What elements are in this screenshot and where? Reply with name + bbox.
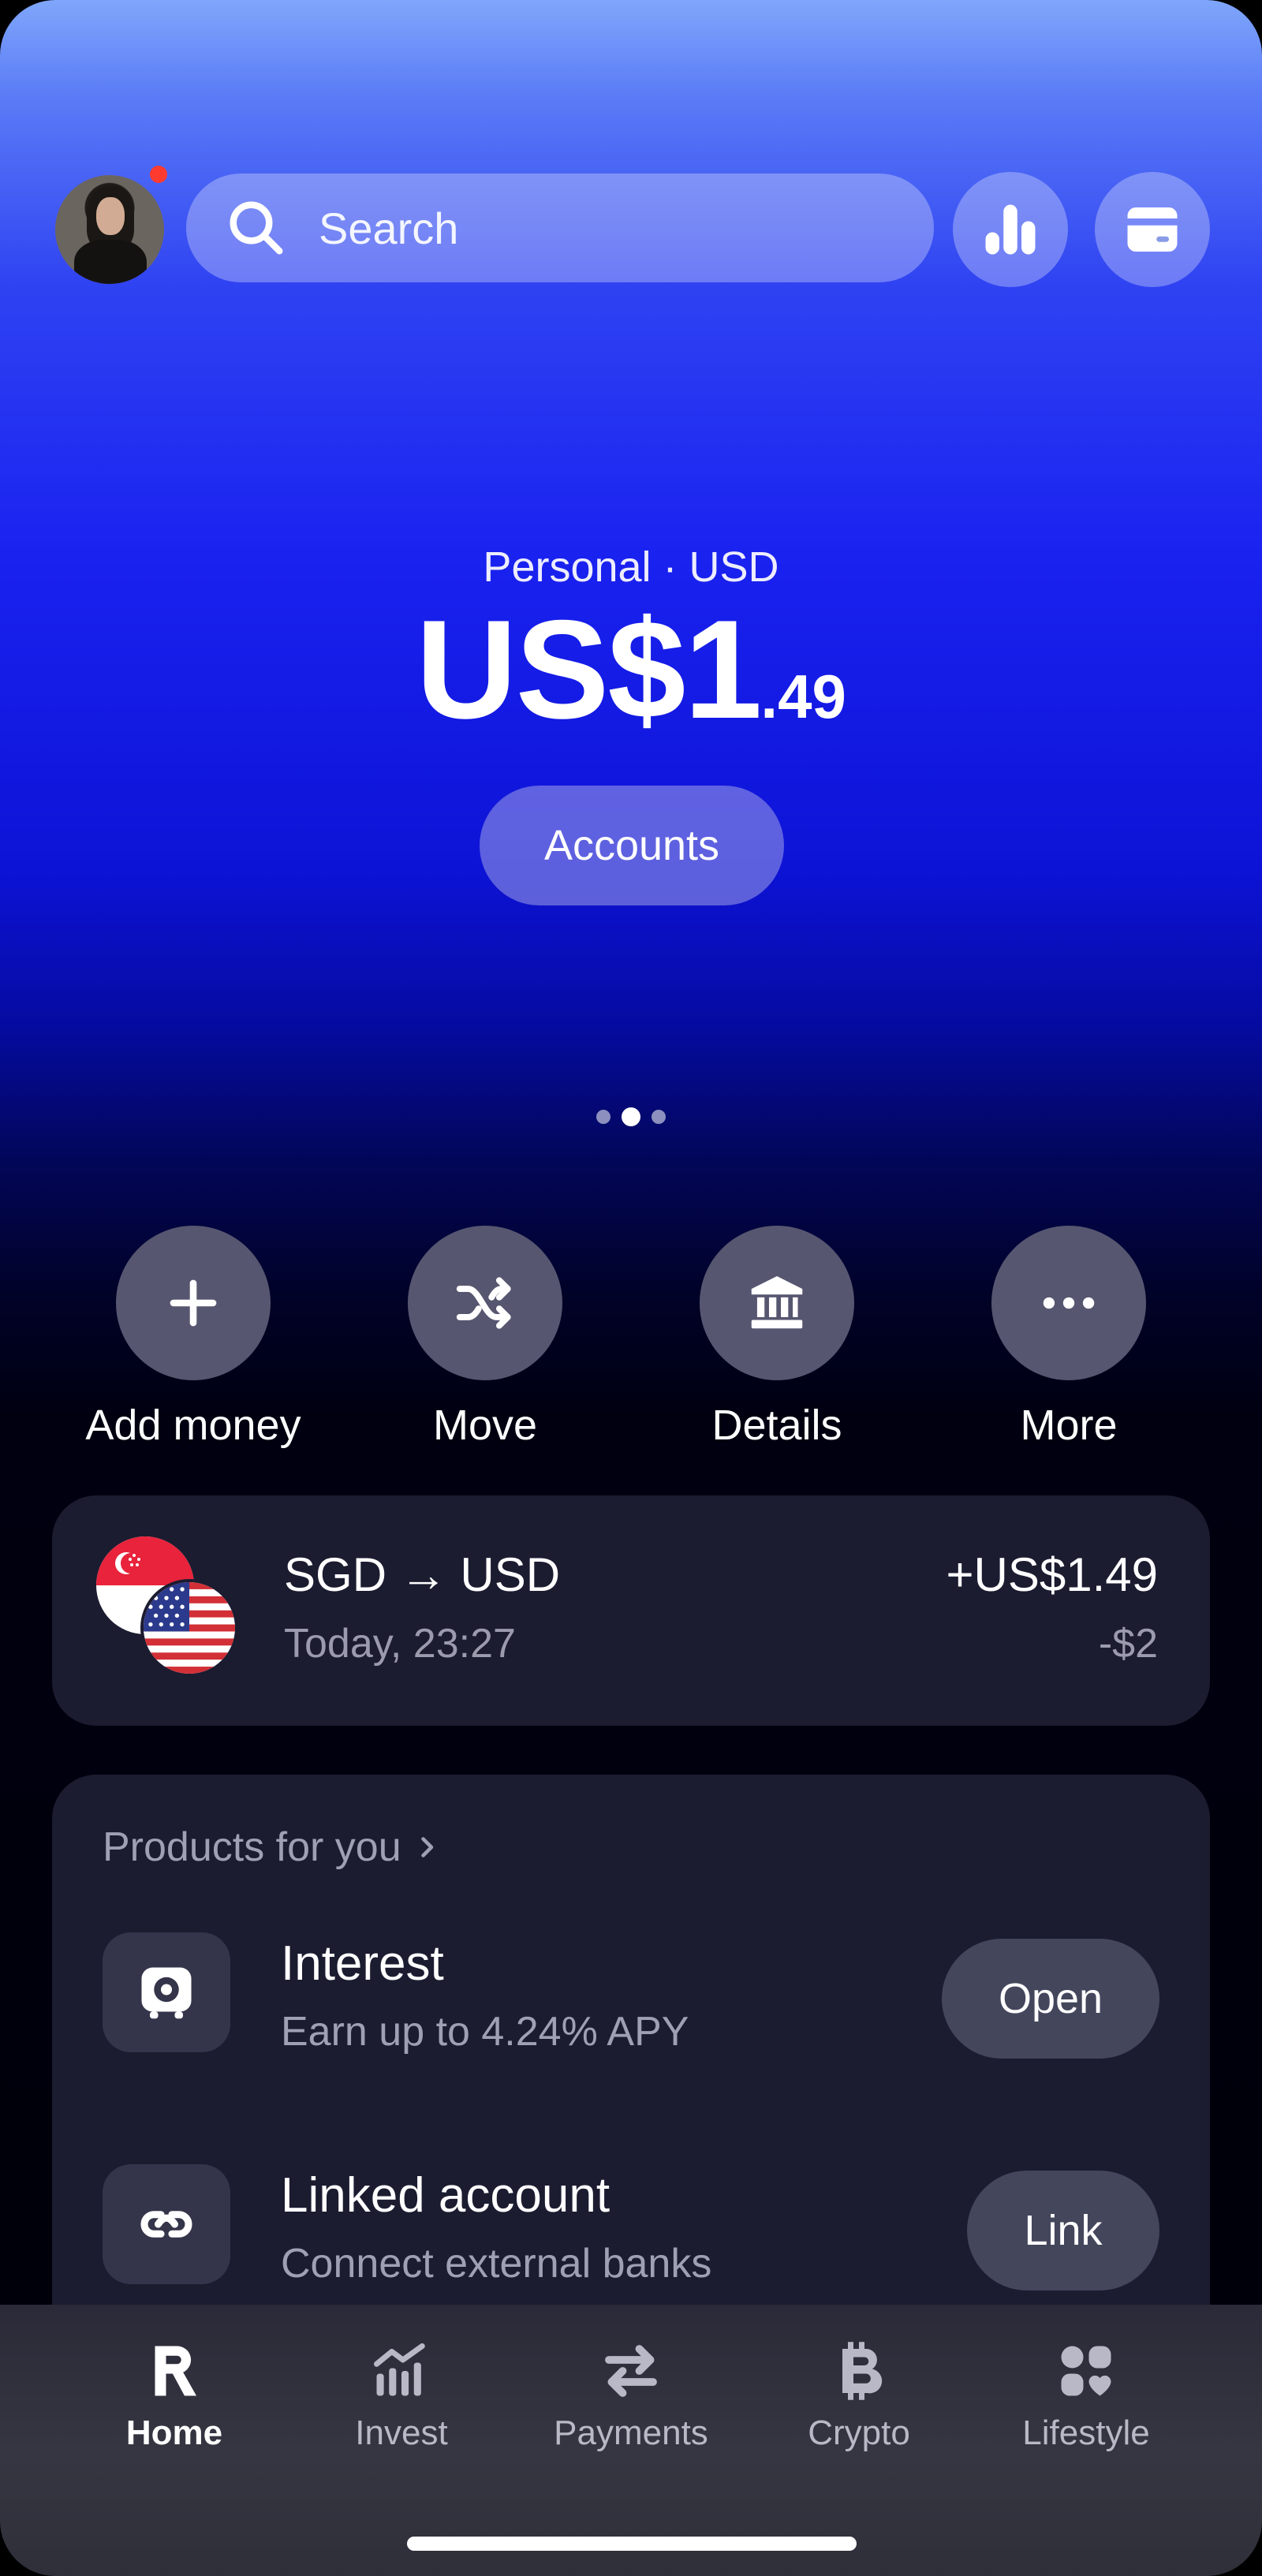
page-dot-active: [622, 1107, 640, 1126]
add-money-button[interactable]: Add money: [75, 1226, 312, 1450]
more-button[interactable]: More: [950, 1226, 1187, 1450]
bank-icon: [751, 1275, 803, 1329]
balance-amount: US$1.49: [0, 599, 1262, 740]
invest-chart-icon: [374, 2343, 425, 2396]
transaction-title: SGD → USD: [284, 1548, 561, 1601]
search-icon: [230, 201, 283, 255]
page-dot: [596, 1110, 610, 1124]
page-dot: [652, 1110, 666, 1124]
analytics-button[interactable]: [953, 172, 1068, 287]
add-money-label: Add money: [85, 1402, 301, 1449]
nav-invest[interactable]: Invest: [287, 2338, 516, 2453]
product-icon-tile: [103, 1932, 230, 2052]
balance-main: US$1: [416, 591, 762, 748]
profile-avatar-button[interactable]: [55, 166, 167, 284]
product-row-linked-account[interactable]: Linked account Connect external banks Li…: [103, 2164, 1159, 2290]
transaction-fee: -$2: [1098, 1621, 1158, 1667]
balance-cents: .49: [760, 662, 846, 731]
search-placeholder: Search: [319, 203, 459, 253]
nav-label: Lifestyle: [1022, 2414, 1150, 2452]
currency-flags: [96, 1536, 246, 1678]
avatar: [55, 175, 164, 284]
move-label: Move: [432, 1402, 538, 1449]
accounts-button[interactable]: Accounts: [480, 786, 784, 905]
chevron-right-icon: [420, 1837, 433, 1857]
card-icon: [1127, 207, 1178, 252]
transaction-amount: +US$1.49: [946, 1548, 1158, 1601]
nav-home[interactable]: Home: [60, 2338, 289, 2453]
transaction-time: Today, 23:27: [284, 1621, 516, 1667]
nav-label: Home: [125, 2414, 223, 2452]
product-subtitle: Connect external banks: [281, 2241, 712, 2287]
search-bar[interactable]: Search: [186, 174, 934, 282]
home-indicator[interactable]: [407, 2537, 857, 2551]
nav-label: Payments: [554, 2414, 708, 2452]
details-button[interactable]: Details: [659, 1226, 895, 1450]
product-subtitle: Earn up to 4.24% APY: [281, 2009, 689, 2055]
details-label: Details: [711, 1402, 842, 1449]
bitcoin-icon: [842, 2342, 883, 2400]
bottom-navigation: Home Invest Payments Crypto Lifestyle: [0, 2305, 1262, 2576]
revolut-r-icon: [155, 2346, 196, 2396]
nav-crypto[interactable]: Crypto: [745, 2338, 973, 2453]
cards-button[interactable]: [1095, 172, 1210, 287]
nav-payments[interactable]: Payments: [517, 2338, 745, 2453]
safe-icon: [141, 1967, 192, 2019]
nav-label: Crypto: [808, 2414, 910, 2452]
more-label: More: [1020, 1402, 1118, 1449]
link-icon: [140, 2211, 192, 2238]
move-button[interactable]: Move: [367, 1226, 603, 1450]
plus-icon: [170, 1279, 217, 1327]
usa-flag-icon: [140, 1579, 238, 1677]
lifestyle-grid-icon: [1061, 2346, 1111, 2396]
bar-chart-icon: [985, 204, 1036, 255]
product-title: Interest: [281, 1936, 444, 1991]
transfer-arrows-icon: [605, 2345, 657, 2397]
open-button[interactable]: Open: [942, 1939, 1159, 2059]
shuffle-icon: [456, 1277, 511, 1329]
product-icon-tile: [103, 2164, 230, 2284]
transaction-card[interactable]: SGD → USD Today, 23:27 +US$1.49 -$2: [52, 1495, 1210, 1726]
page-indicator: [0, 1107, 1262, 1126]
products-header-label: Products for you: [103, 1824, 401, 1870]
nav-label: Invest: [355, 2414, 448, 2452]
products-header[interactable]: Products for you: [103, 1824, 441, 1871]
product-title: Linked account: [281, 2168, 610, 2223]
link-button[interactable]: Link: [967, 2171, 1159, 2290]
product-row-interest[interactable]: Interest Earn up to 4.24% APY Open: [103, 1932, 1159, 2059]
app-screen: Search Personal · USD US$1.49 Accounts A…: [0, 0, 1262, 2576]
notification-dot: [150, 166, 167, 183]
account-label: Personal · USD: [483, 543, 779, 591]
more-icon: [1043, 1297, 1095, 1309]
nav-lifestyle[interactable]: Lifestyle: [972, 2338, 1200, 2453]
